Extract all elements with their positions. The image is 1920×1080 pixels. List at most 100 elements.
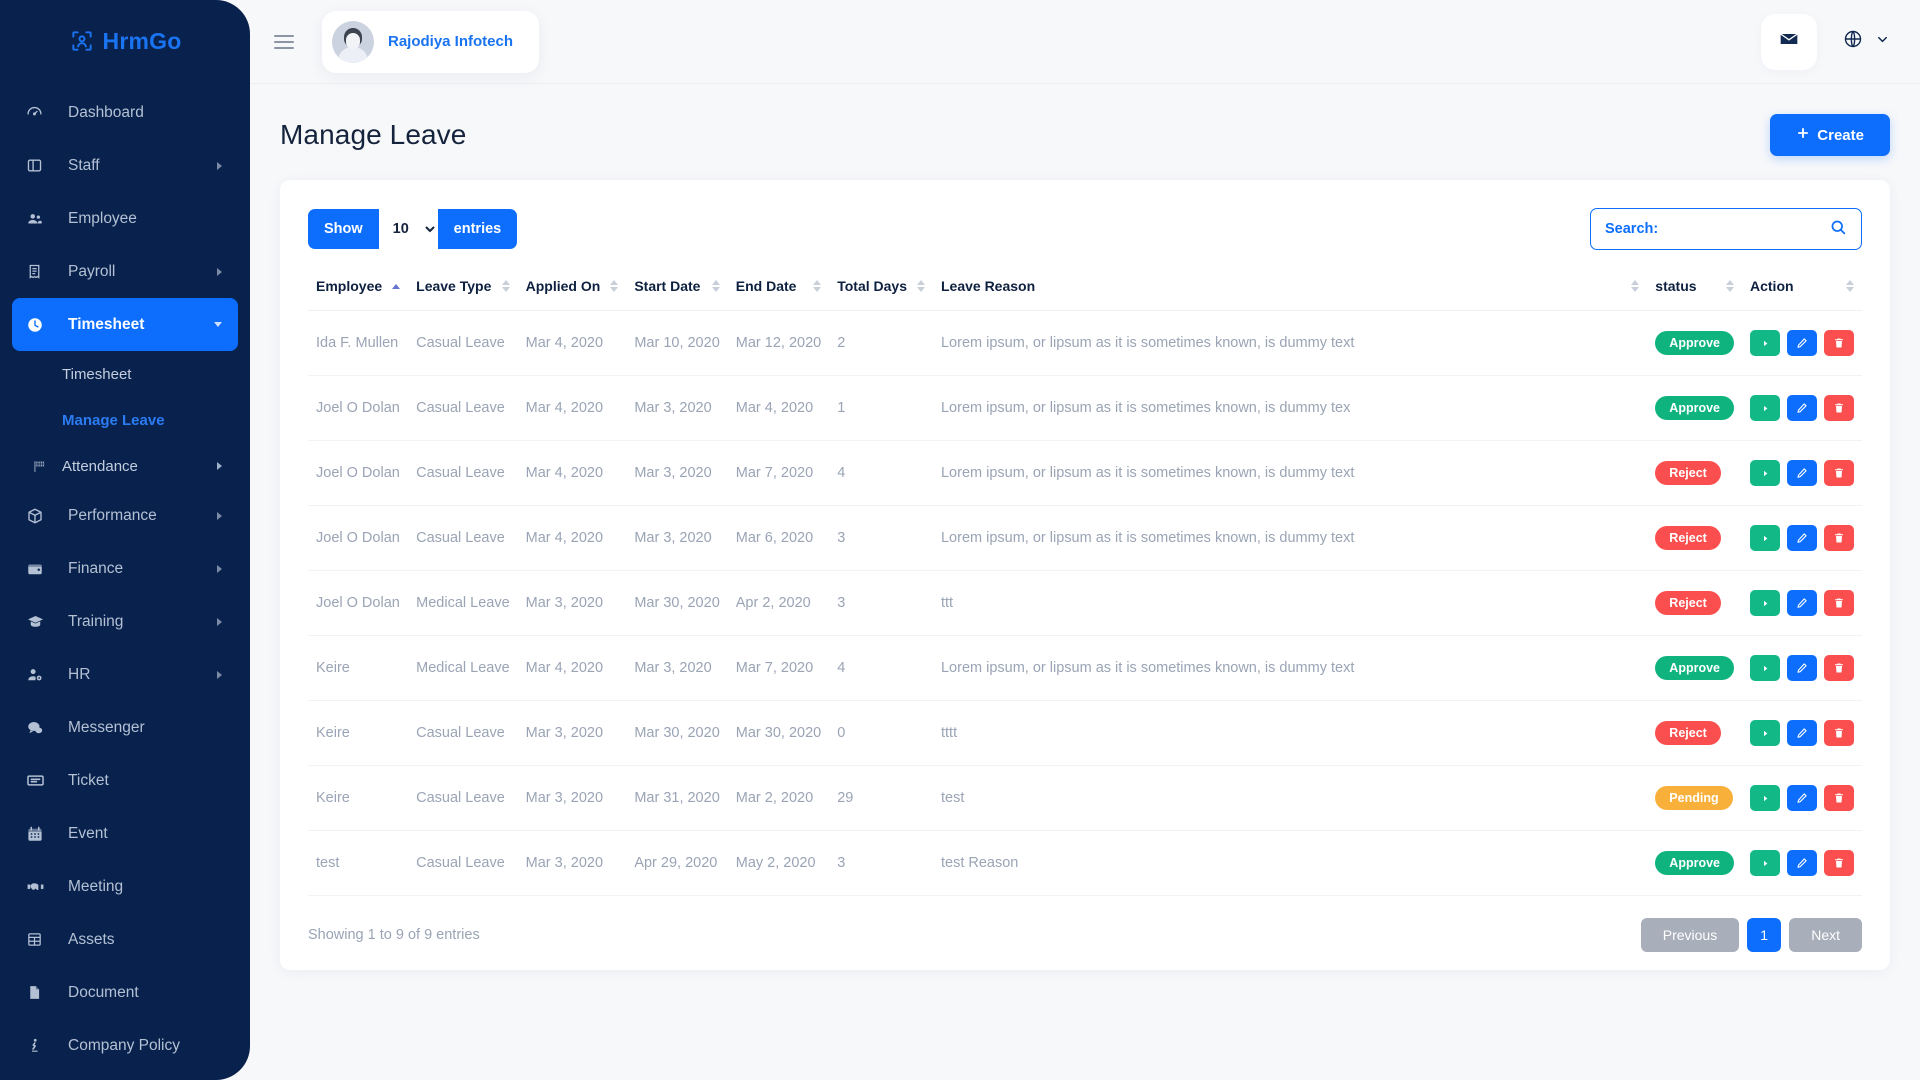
- status-cell: Reject: [1647, 701, 1742, 766]
- edit-button[interactable]: [1787, 395, 1817, 421]
- delete-button[interactable]: [1824, 850, 1854, 876]
- sort-arrow-icon[interactable]: [1726, 280, 1734, 292]
- language-selector[interactable]: [1843, 29, 1890, 54]
- column-header-employee[interactable]: Employee: [308, 278, 408, 311]
- sidebar-item-meeting[interactable]: Meeting: [12, 860, 238, 913]
- delete-button[interactable]: [1824, 655, 1854, 681]
- sidebar-subitem-timesheet[interactable]: Timesheet: [0, 351, 250, 397]
- edit-button[interactable]: [1787, 850, 1817, 876]
- column-header-start-date[interactable]: Start Date: [626, 278, 727, 311]
- edit-button[interactable]: [1787, 590, 1817, 616]
- edit-button[interactable]: [1787, 460, 1817, 486]
- sidebar-item-company-policy[interactable]: Company Policy: [12, 1019, 238, 1072]
- brand-logo-area[interactable]: HrmGo: [0, 0, 250, 82]
- leave-type-cell: Casual Leave: [408, 506, 518, 571]
- page-number-button[interactable]: 1: [1747, 918, 1781, 952]
- edit-button[interactable]: [1787, 785, 1817, 811]
- view-button[interactable]: [1750, 460, 1780, 486]
- sidebar-item-employee[interactable]: Employee: [12, 192, 238, 245]
- mail-icon: [1779, 29, 1799, 54]
- sidebar-item-staff[interactable]: Staff: [12, 139, 238, 192]
- delete-button[interactable]: [1824, 785, 1854, 811]
- sidebar-item-messenger[interactable]: Messenger: [12, 701, 238, 754]
- sort-arrow-icon[interactable]: [712, 280, 720, 292]
- column-header-end-date[interactable]: End Date: [728, 278, 829, 311]
- sidebar-item-training[interactable]: Training: [12, 595, 238, 648]
- play-icon: [1761, 404, 1770, 413]
- column-header-total-days[interactable]: Total Days: [829, 278, 933, 311]
- sort-arrow-icon[interactable]: [502, 280, 510, 292]
- applied-on-cell: Mar 4, 2020: [518, 376, 627, 441]
- sidebar-item-dashboard[interactable]: Dashboard: [12, 86, 238, 139]
- sort-arrow-icon[interactable]: [917, 280, 925, 292]
- edit-button[interactable]: [1787, 655, 1817, 681]
- edit-button[interactable]: [1787, 720, 1817, 746]
- search-icon[interactable]: [1829, 218, 1847, 241]
- sidebar-item-payroll[interactable]: Payroll: [12, 245, 238, 298]
- table-header-row: Employee Leave Type Applied On Start Dat…: [308, 278, 1862, 311]
- next-page-button[interactable]: Next: [1789, 918, 1862, 952]
- hamburger-icon[interactable]: [268, 29, 300, 55]
- view-button[interactable]: [1750, 590, 1780, 616]
- sort-arrow-icon[interactable]: [610, 280, 618, 292]
- org-switcher[interactable]: Rajodiya Infotech: [322, 11, 539, 73]
- column-header-leave-type[interactable]: Leave Type: [408, 278, 518, 311]
- edit-button[interactable]: [1787, 525, 1817, 551]
- applied-on-cell: Mar 3, 2020: [518, 701, 627, 766]
- delete-button[interactable]: [1824, 525, 1854, 551]
- trash-icon: [1833, 532, 1845, 544]
- leave-type-cell: Casual Leave: [408, 831, 518, 896]
- sidebar-item-assets[interactable]: Assets: [12, 913, 238, 966]
- sort-arrow-icon[interactable]: [1846, 280, 1854, 292]
- column-header-applied-on[interactable]: Applied On: [518, 278, 627, 311]
- leave-type-cell: Casual Leave: [408, 376, 518, 441]
- edit-button[interactable]: [1787, 330, 1817, 356]
- column-header-status[interactable]: status: [1647, 278, 1742, 311]
- sidebar-subitem-attendance[interactable]: Attendance: [0, 443, 250, 489]
- view-button[interactable]: [1750, 525, 1780, 551]
- end-date-cell: May 2, 2020: [728, 831, 829, 896]
- sidebar-subitem-manage-leave[interactable]: Manage Leave: [0, 397, 250, 443]
- create-button[interactable]: Create: [1770, 114, 1890, 156]
- trash-icon: [1833, 467, 1845, 479]
- pencil-icon: [1796, 727, 1808, 739]
- play-icon: [1761, 729, 1770, 738]
- delete-button[interactable]: [1824, 460, 1854, 486]
- sidebar-item-performance[interactable]: Performance: [12, 489, 238, 542]
- table-head: Employee Leave Type Applied On Start Dat…: [308, 278, 1862, 311]
- end-date-cell: Mar 30, 2020: [728, 701, 829, 766]
- sort-arrow-icon[interactable]: [392, 284, 400, 289]
- delete-button[interactable]: [1824, 330, 1854, 356]
- view-button[interactable]: [1750, 785, 1780, 811]
- sidebar-item-plan[interactable]: Plan: [12, 1072, 238, 1080]
- calendar-icon: [26, 825, 54, 843]
- delete-button[interactable]: [1824, 720, 1854, 746]
- sidebar-item-ticket[interactable]: Ticket: [12, 754, 238, 807]
- sidebar-item-finance[interactable]: Finance: [12, 542, 238, 595]
- view-button[interactable]: [1750, 655, 1780, 681]
- avatar: [332, 21, 374, 63]
- sidebar-item-document[interactable]: Document: [12, 966, 238, 1019]
- view-button[interactable]: [1750, 720, 1780, 746]
- previous-page-button[interactable]: Previous: [1641, 918, 1739, 952]
- page-length-select[interactable]: 10 25 50 100: [379, 209, 438, 249]
- sort-arrow-icon[interactable]: [1631, 280, 1639, 292]
- chevron-down-icon: [214, 322, 222, 327]
- sidebar-item-event[interactable]: Event: [12, 807, 238, 860]
- column-header-leave-reason[interactable]: Leave Reason: [933, 278, 1647, 311]
- sidebar-item-timesheet[interactable]: Timesheet: [12, 298, 238, 351]
- sidebar-item-hr[interactable]: HR: [12, 648, 238, 701]
- delete-button[interactable]: [1824, 590, 1854, 616]
- view-button[interactable]: [1750, 395, 1780, 421]
- search-box[interactable]: [1590, 208, 1862, 250]
- view-button[interactable]: [1750, 850, 1780, 876]
- view-button[interactable]: [1750, 330, 1780, 356]
- play-icon: [1761, 599, 1770, 608]
- sidebar-item-label: HR: [68, 666, 90, 684]
- sort-arrow-icon[interactable]: [813, 280, 821, 292]
- mail-button[interactable]: [1761, 14, 1817, 70]
- search-input[interactable]: [1605, 221, 1829, 237]
- column-header-action[interactable]: Action: [1742, 278, 1862, 311]
- delete-button[interactable]: [1824, 395, 1854, 421]
- status-badge: Approve: [1655, 331, 1734, 355]
